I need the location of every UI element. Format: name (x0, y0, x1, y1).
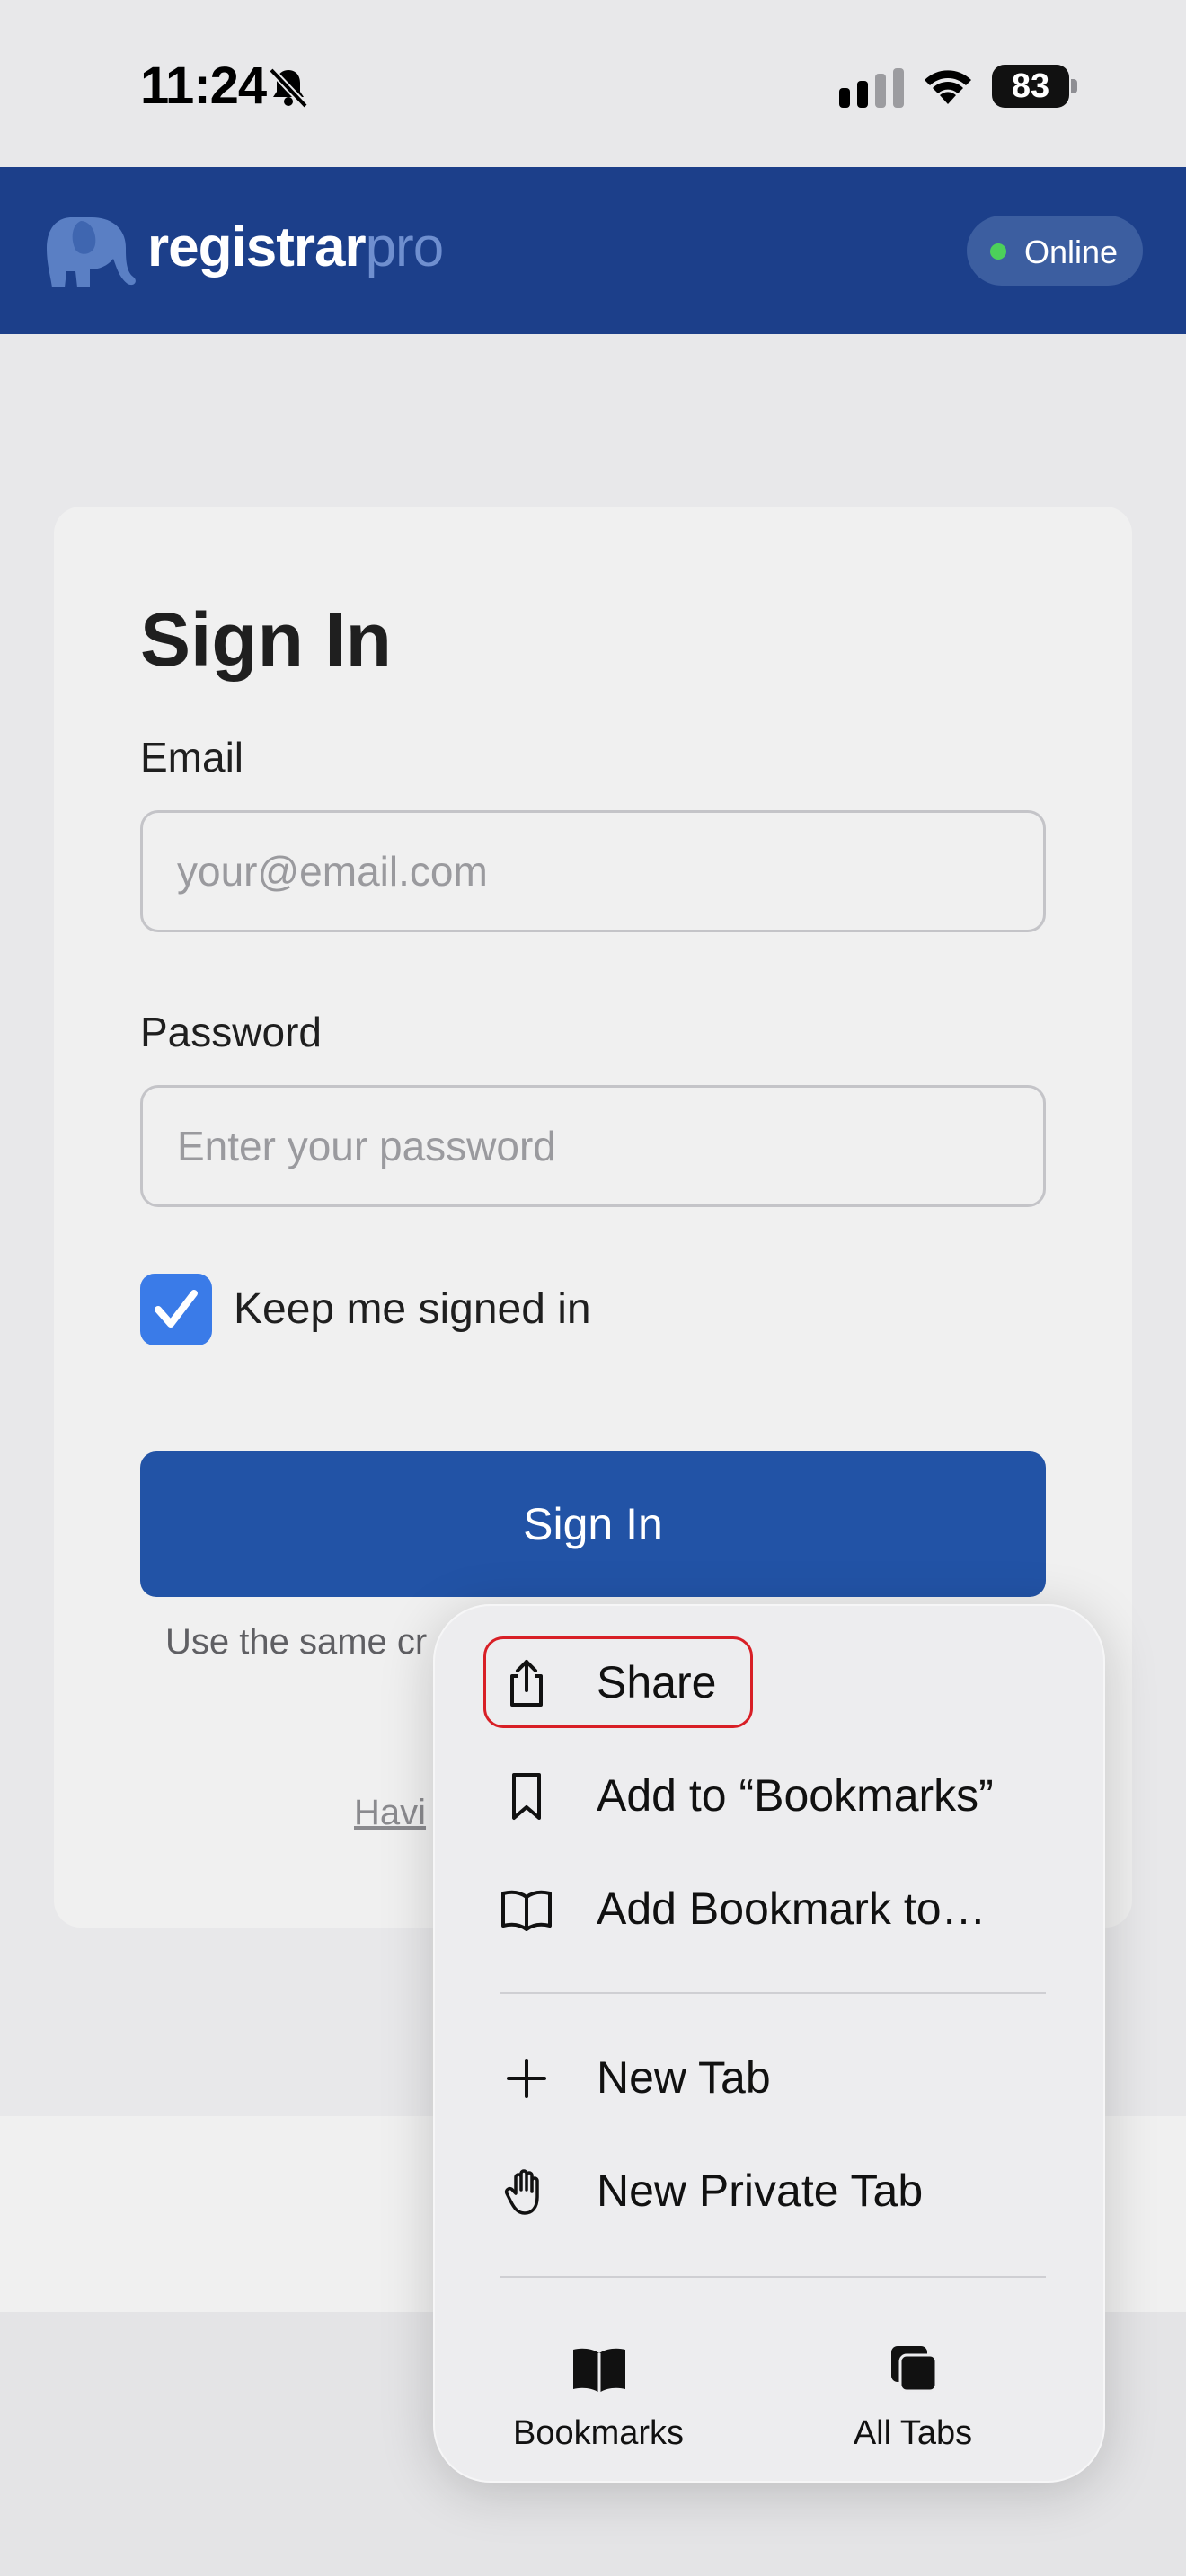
all-tabs-button[interactable]: All Tabs (787, 2325, 1039, 2459)
brand-secondary: pro (365, 216, 445, 278)
share-icon (510, 1660, 543, 1707)
menu-item-add-to-bookmarks[interactable]: Add to “Bookmarks” (435, 1746, 1107, 1845)
menu-item-label: New Tab (597, 2052, 771, 2103)
plus-icon (507, 2059, 546, 2098)
bell-slash-icon (269, 67, 308, 109)
email-field[interactable] (143, 813, 1043, 930)
hand-icon (504, 2169, 539, 2215)
book-open-icon (501, 1890, 552, 1931)
menu-item-label: Share (597, 1657, 717, 1707)
signin-title: Sign In (140, 597, 392, 682)
menu-item-new-private-tab[interactable]: New Private Tab (435, 2141, 1107, 2240)
brand-name: registrarpro (147, 216, 445, 279)
bookmark-icon (512, 1773, 541, 1820)
keep-signed-in-label[interactable]: Keep me signed in (234, 1284, 591, 1334)
menu-item-label: Add Bookmark to… (597, 1883, 987, 1934)
password-label: Password (140, 1009, 322, 1055)
menu-divider (500, 2276, 1046, 2278)
app-header: registrarpro Online (0, 167, 1186, 334)
menu-item-new-tab[interactable]: New Tab (435, 2028, 1107, 2127)
signin-button[interactable]: Sign In (140, 1451, 1046, 1597)
book-icon (573, 2348, 625, 2393)
online-dot-icon (990, 243, 1006, 260)
elephant-logo-icon[interactable] (45, 212, 138, 293)
online-status-badge: Online (967, 216, 1143, 286)
menu-item-share[interactable]: Share (435, 1633, 1107, 1732)
menu-item-label: Add to “Bookmarks” (597, 1770, 994, 1821)
email-field-wrapper (140, 810, 1046, 932)
battery-icon: 83 (992, 65, 1078, 108)
brand-primary: registrar (147, 216, 367, 278)
signin-hint-text: Use the same cr (165, 1622, 428, 1662)
status-bar: 11:24 83 (0, 0, 1186, 167)
email-label: Email (140, 734, 244, 781)
checkmark-icon (155, 1290, 198, 1328)
menu-divider (500, 1992, 1046, 1994)
menu-item-label: New Private Tab (597, 2166, 924, 2216)
bookmarks-button[interactable]: Bookmarks (473, 2325, 724, 2459)
password-field-wrapper (140, 1085, 1046, 1207)
online-status-label: Online (1024, 234, 1119, 270)
bookmarks-button-label: Bookmarks (512, 2414, 685, 2452)
tabs-icon (891, 2346, 938, 2393)
browser-context-menu: Share Add to “Bookmarks” Add Bookmark to… (433, 1604, 1105, 2483)
help-link[interactable]: Havi (354, 1793, 426, 1833)
screen: 11:24 83 registrarpro Online Sign In Ema… (0, 0, 1186, 2576)
keep-signed-in-checkbox[interactable] (140, 1274, 212, 1345)
battery-level: 83 (1011, 67, 1050, 105)
password-field[interactable] (143, 1088, 1043, 1204)
cellular-signal-icon (839, 68, 904, 108)
wifi-icon (925, 70, 971, 104)
status-time: 11:24 (140, 57, 267, 115)
all-tabs-button-label: All Tabs (853, 2414, 973, 2452)
menu-item-add-bookmark-to[interactable]: Add Bookmark to… (435, 1859, 1107, 1958)
